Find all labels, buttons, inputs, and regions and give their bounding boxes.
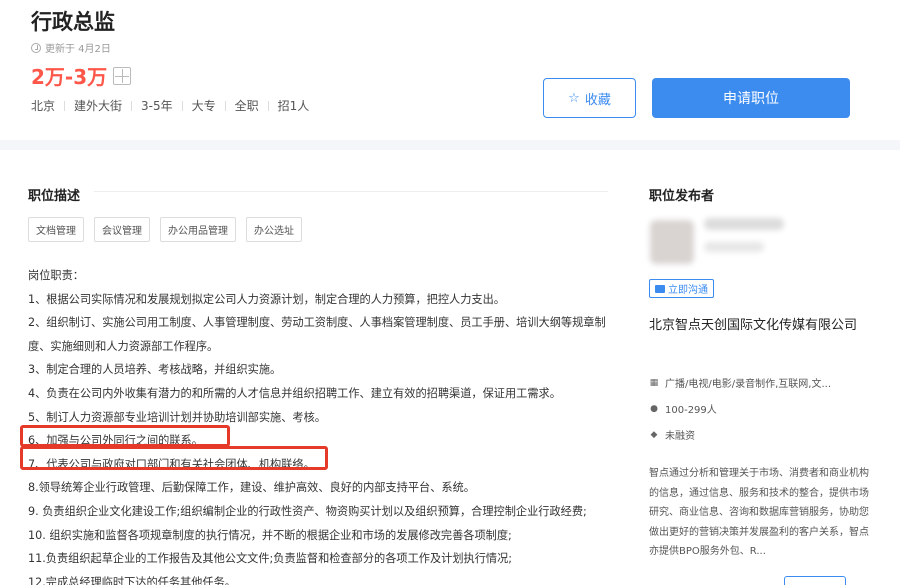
skill-tags: 文档管理 会议管理 办公用品管理 办公选址 bbox=[28, 217, 302, 242]
salary-text: 2万-3万 bbox=[31, 65, 108, 89]
update-time: 更新于 4月2日 bbox=[31, 40, 111, 55]
duty-item: 9. 负责组织企业文化建设工作;组织编制企业的行政性资产、物资购买计划以及组织预… bbox=[28, 504, 587, 518]
highlight-box bbox=[20, 425, 230, 447]
company-industry: ▦ 广播/电视/电影/录音制作,互联网,文... bbox=[649, 375, 832, 391]
job-description-card: 职位描述 文档管理 会议管理 办公用品管理 办公选址 岗位职责： 1、根据公司实… bbox=[0, 150, 632, 585]
industry-text: 广播/电视/电影/录音制作,互联网,文... bbox=[665, 379, 832, 390]
chat-label: 立即沟通 bbox=[668, 285, 708, 296]
funding-icon: ◆ bbox=[650, 429, 658, 440]
tag: 办公选址 bbox=[246, 217, 302, 242]
publisher-name bbox=[704, 218, 784, 230]
publisher-position bbox=[704, 242, 764, 252]
favorite-button[interactable]: ☆ 收藏 bbox=[543, 78, 636, 118]
salary: 2万-3万 bbox=[31, 61, 132, 90]
publisher-card: 职位发布者 立即沟通 北京智点天创国际文化传媒有限公司 ▦ 广播/电视/电影/录… bbox=[632, 150, 900, 585]
meta-type: 全职 bbox=[234, 99, 259, 113]
more-button[interactable] bbox=[784, 576, 846, 585]
calculator-icon[interactable] bbox=[113, 66, 132, 85]
publisher-title: 职位发布者 bbox=[649, 189, 715, 204]
company-funding: ◆ 未融资 bbox=[649, 427, 695, 443]
job-meta: 北京 建外大街 3-5年 大专 全职 招1人 bbox=[31, 97, 309, 114]
apply-button[interactable]: 申请职位 bbox=[652, 78, 850, 118]
meta-experience: 3-5年 bbox=[141, 99, 173, 113]
highlight-box bbox=[20, 446, 328, 470]
meta-city: 北京 bbox=[31, 99, 56, 113]
avatar bbox=[650, 220, 694, 264]
tag: 办公用品管理 bbox=[160, 217, 236, 242]
star-icon: ☆ bbox=[568, 90, 580, 106]
duty-item: 1、根据公司实际情况和发展规划拟定公司人力资源计划，制定合理的人力预算，把控人力… bbox=[28, 292, 505, 306]
divider bbox=[181, 100, 183, 111]
person-icon: ● bbox=[650, 403, 658, 414]
funding-text: 未融资 bbox=[665, 431, 695, 442]
job-title: 行政总监 bbox=[31, 10, 115, 34]
duty-item: 8.领导统筹企业行政管理、后勤保障工作，建设、维护高效、良好的内部支持平台、系统… bbox=[28, 481, 475, 495]
company-size: ● 100-299人 bbox=[649, 401, 717, 417]
divider bbox=[267, 100, 269, 111]
divider bbox=[131, 100, 133, 111]
grid-icon: ▦ bbox=[649, 377, 659, 388]
tag: 会议管理 bbox=[94, 217, 150, 242]
company-intro: 智点通过分析和管理关于市场、消费者和商业机构的信息，通过信息、服务和技术的整合，… bbox=[649, 468, 869, 557]
duty-item: 12.完成总经理临时下达的任务其他任务。 bbox=[28, 575, 236, 585]
divider bbox=[224, 100, 226, 111]
chat-button[interactable]: 立即沟通 bbox=[649, 279, 714, 298]
description-title: 职位描述 bbox=[28, 189, 81, 204]
divider bbox=[64, 100, 66, 111]
chat-icon bbox=[655, 284, 665, 293]
duty-item: 10. 组织实施和监督各项规章制度的执行情况，并不断的根据企业和市场的发展修改完… bbox=[28, 528, 512, 542]
update-text: 更新于 4月2日 bbox=[45, 44, 111, 55]
meta-education: 大专 bbox=[191, 99, 216, 113]
favorite-label: 收藏 bbox=[584, 92, 611, 108]
duty-item: 11.负责组织起草企业的工作报告及其他公文文件;负责监督和检查部分的各项工作及计… bbox=[28, 552, 513, 566]
divider bbox=[94, 191, 608, 192]
tag: 文档管理 bbox=[28, 217, 84, 242]
company-name[interactable]: 北京智点天创国际文化传媒有限公司 bbox=[649, 315, 879, 337]
duties-heading: 岗位职责： bbox=[28, 269, 84, 282]
job-header: 行政总监 更新于 4月2日 2万-3万 北京 建外大街 3-5年 大专 全职 招… bbox=[0, 0, 900, 140]
meta-area: 建外大街 bbox=[74, 99, 123, 113]
meta-headcount: 招1人 bbox=[277, 99, 310, 113]
duty-item: 4、负责在公司内外收集有潜力的和所需的人才信息并组织招聘工作、建立有效的招聘渠道… bbox=[28, 386, 561, 400]
duty-item: 3、制定合理的人员培养、考核战略，并组织实施。 bbox=[28, 363, 282, 377]
duty-item: 2、组织制订、实施公司用工制度、人事管理制度、劳动工资制度、人事档案管理制度、员… bbox=[28, 316, 606, 353]
size-text: 100-299人 bbox=[665, 405, 717, 416]
clock-icon bbox=[31, 42, 41, 53]
